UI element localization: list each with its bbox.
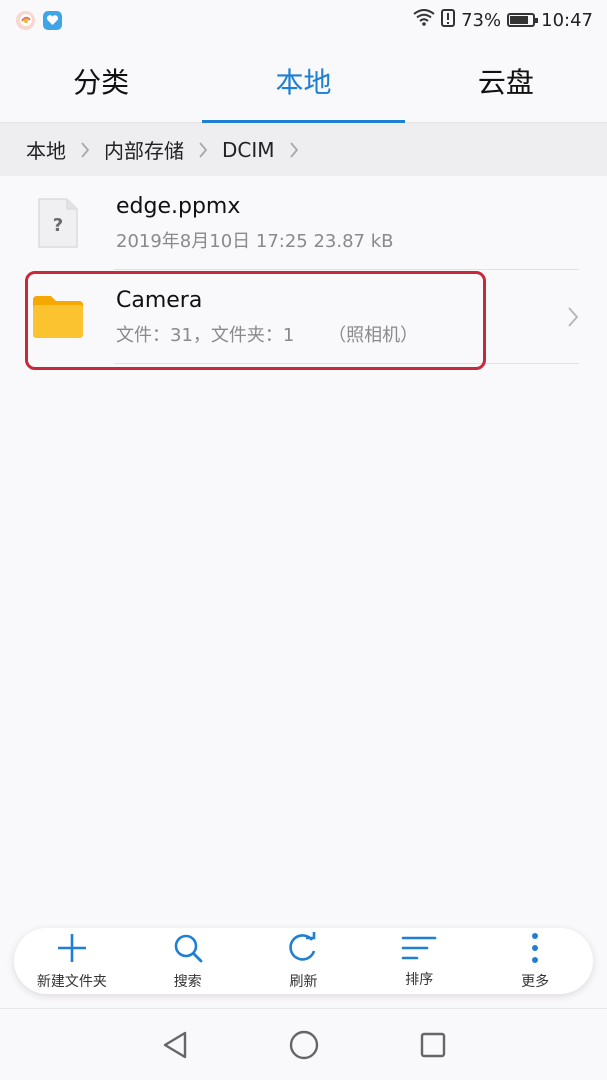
folder-info: Camera 文件：31，文件夹：1 （照相机） <box>116 288 607 347</box>
wifi-icon <box>413 9 435 31</box>
app-notification-icon <box>43 10 62 30</box>
bottom-toolbar: 新建文件夹 搜索 刷新 排序 更多 <box>14 928 593 994</box>
folder-counts: 文件：31，文件夹：1 <box>116 324 295 346</box>
file-info: edge.ppmx 2019年8月10日 17:25 23.87 kB <box>116 194 607 253</box>
breadcrumb-item-dcim[interactable]: DCIM <box>222 138 275 162</box>
divider <box>114 363 579 364</box>
system-nav-bar <box>0 1008 607 1080</box>
folder-meta: 文件：31，文件夹：1 （照相机） <box>116 321 607 347</box>
notification-icons <box>16 10 62 30</box>
screen: 73% 10:47 分类 本地 云盘 本地 内部存储 DCIM ? edge.p… <box>0 0 607 1080</box>
back-button[interactable] <box>155 1025 195 1065</box>
folder-name: Camera <box>116 287 203 313</box>
battery-icon <box>507 13 539 27</box>
sort-icon <box>401 934 437 966</box>
new-folder-label: 新建文件夹 <box>36 973 107 990</box>
chevron-right-icon <box>80 141 90 159</box>
status-indicators: 73% 10:47 <box>413 8 593 32</box>
file-meta: 2019年8月10日 17:25 23.87 kB <box>116 230 394 252</box>
svg-text:?: ? <box>53 215 63 236</box>
unknown-file-icon: ? <box>0 197 116 249</box>
file-name: edge.ppmx <box>116 193 241 219</box>
search-icon <box>172 932 204 968</box>
breadcrumb-item-local[interactable]: 本地 <box>26 135 66 164</box>
battery-percent: 73% <box>461 9 502 31</box>
search-button[interactable]: 搜索 <box>138 928 238 994</box>
refresh-label: 刷新 <box>289 973 318 990</box>
alert-icon <box>441 8 456 32</box>
chevron-right-icon <box>198 141 208 159</box>
sort-label: 排序 <box>405 971 434 988</box>
breadcrumb: 本地 内部存储 DCIM <box>0 123 607 176</box>
browser-notification-icon <box>16 10 35 30</box>
folder-icon <box>0 294 116 340</box>
battery-fill <box>510 16 528 24</box>
tab-local[interactable]: 本地 <box>202 40 405 123</box>
refresh-button[interactable]: 刷新 <box>253 928 353 994</box>
file-list: ? edge.ppmx 2019年8月10日 17:25 23.87 kB Ca… <box>0 176 607 364</box>
list-item-camera-folder[interactable]: Camera 文件：31，文件夹：1 （照相机） <box>0 270 607 364</box>
tab-category[interactable]: 分类 <box>0 40 202 122</box>
recents-square-icon <box>420 1032 445 1057</box>
refresh-icon <box>286 931 320 968</box>
home-button[interactable] <box>284 1025 324 1065</box>
back-triangle-icon <box>163 1031 186 1058</box>
more-icon <box>530 932 540 968</box>
sort-button[interactable]: 排序 <box>369 928 469 994</box>
recents-button[interactable] <box>413 1025 453 1065</box>
tab-bar: 分类 本地 云盘 <box>0 40 607 123</box>
tab-cloud[interactable]: 云盘 <box>405 40 607 122</box>
breadcrumb-item-internal-storage[interactable]: 内部存储 <box>104 135 184 164</box>
list-item-edge-ppmx[interactable]: ? edge.ppmx 2019年8月10日 17:25 23.87 kB <box>0 176 607 270</box>
clock: 10:47 <box>541 9 593 31</box>
more-label: 更多 <box>521 973 550 990</box>
chevron-right-icon <box>567 306 579 328</box>
search-label: 搜索 <box>173 973 202 990</box>
folder-alias: （照相机） <box>328 324 419 346</box>
new-folder-button[interactable]: 新建文件夹 <box>22 928 122 994</box>
chevron-right-icon <box>289 141 299 159</box>
status-bar: 73% 10:47 <box>0 0 607 40</box>
more-button[interactable]: 更多 <box>485 928 585 994</box>
home-circle-icon <box>289 1030 318 1059</box>
plus-icon <box>56 932 88 968</box>
